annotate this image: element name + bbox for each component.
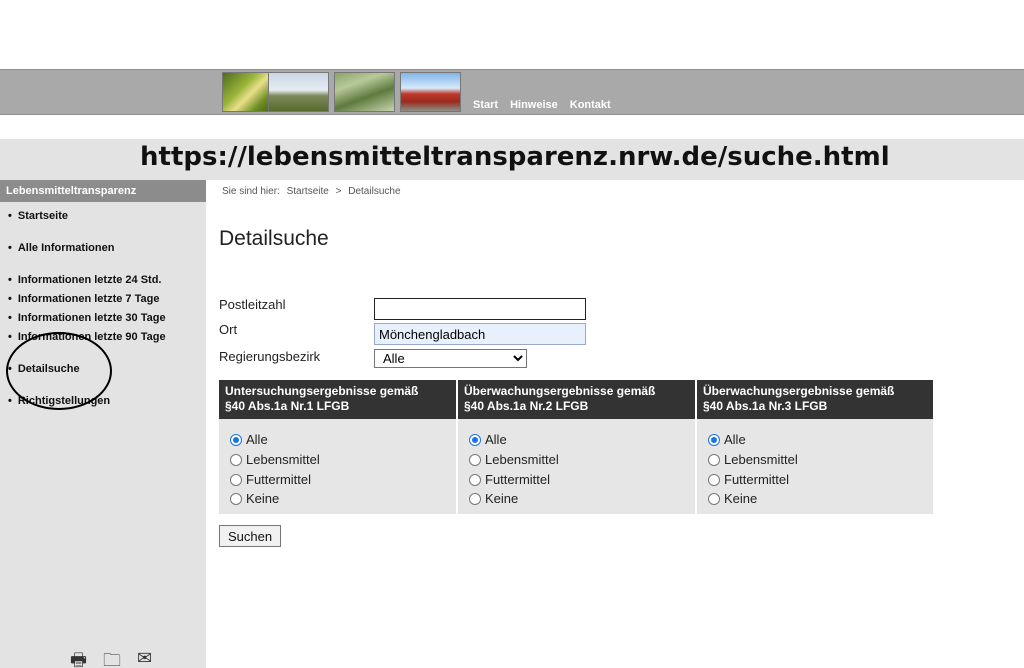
col2-option-alle-label: Alle: [485, 432, 507, 447]
highlight-circle: [6, 332, 112, 410]
radio-icon[interactable]: [230, 453, 242, 466]
ort-label: Ort: [219, 322, 238, 337]
col3-option-keine-label: Keine: [724, 491, 758, 506]
top-navigation: Start Hinweise Kontakt: [473, 99, 611, 111]
col3-option-futtermittel[interactable]: Futtermittel: [708, 472, 789, 487]
site-banner: Start Hinweise Kontakt: [0, 69, 1024, 115]
column-header-2-line2: §40 Abs.1a Nr.2 LFGB: [464, 399, 589, 413]
plz-input[interactable]: [374, 298, 586, 320]
column-header-3: Überwachungsergebnisse gemäß §40 Abs.1a …: [697, 380, 933, 419]
column-header-3-line1: Überwachungsergebnisse gemäß: [703, 384, 895, 398]
col1-option-futtermittel[interactable]: Futtermittel: [230, 472, 311, 487]
ort-input[interactable]: [374, 323, 586, 345]
banner-image-building: [400, 72, 461, 112]
column-header-2: Überwachungsergebnisse gemäß §40 Abs.1a …: [458, 380, 695, 419]
banner-image-plant: [334, 72, 395, 112]
nav-start-link[interactable]: Start: [473, 99, 498, 111]
radio-icon[interactable]: [469, 473, 481, 486]
column-header-1-line1: Untersuchungsergebnisse gemäß: [225, 384, 419, 398]
col2-option-keine[interactable]: Keine: [469, 491, 518, 506]
search-button[interactable]: Suchen: [219, 525, 281, 547]
col1-option-keine[interactable]: Keine: [230, 491, 279, 506]
column-header-2-line1: Überwachungsergebnisse gemäß: [464, 384, 656, 398]
col3-option-alle[interactable]: Alle: [708, 432, 746, 447]
bezirk-label: Regierungsbezirk: [219, 349, 321, 364]
col3-option-lebensmittel[interactable]: Lebensmittel: [708, 452, 798, 467]
col3-option-alle-label: Alle: [724, 432, 746, 447]
banner-image-field: [268, 72, 329, 112]
col2-option-lebensmittel[interactable]: Lebensmittel: [469, 452, 559, 467]
sidebar-item-7-tage[interactable]: Informationen letzte 7 Tage: [8, 293, 160, 305]
col2-option-keine-label: Keine: [485, 491, 519, 506]
col2-option-alle[interactable]: Alle: [469, 432, 507, 447]
sidebar-item-24-std[interactable]: Informationen letzte 24 Std.: [8, 274, 162, 286]
nav-hinweise-link[interactable]: Hinweise: [510, 99, 558, 111]
folder-icon[interactable]: 🗀: [103, 648, 121, 668]
printer-icon[interactable]: 🖶: [70, 648, 87, 668]
col2-option-futtermittel-label: Futtermittel: [485, 472, 551, 487]
url-annotation-bar: https://lebensmitteltransparenz.nrw.de/s…: [0, 139, 1024, 180]
sidebar-title: Lebensmitteltransparenz: [0, 180, 206, 202]
column-header-1: Untersuchungsergebnisse gemäß §40 Abs.1a…: [219, 380, 456, 419]
mail-icon[interactable]: ✉: [137, 648, 152, 668]
breadcrumb-current: Detailsuche: [348, 186, 401, 197]
radio-icon[interactable]: [469, 453, 481, 466]
col1-option-alle[interactable]: Alle: [230, 432, 268, 447]
column-body-1: Alle Lebensmittel Futtermittel Keine: [219, 419, 456, 514]
col1-option-futtermittel-label: Futtermittel: [246, 472, 312, 487]
sidebar: Lebensmitteltransparenz Startseite Alle …: [0, 180, 206, 668]
col2-option-lebensmittel-label: Lebensmittel: [485, 452, 559, 467]
bezirk-select[interactable]: Alle: [374, 349, 527, 368]
col1-option-lebensmittel-label: Lebensmittel: [246, 452, 320, 467]
radio-checked-icon[interactable]: [230, 433, 242, 446]
col3-option-lebensmittel-label: Lebensmittel: [724, 452, 798, 467]
sidebar-item-startseite[interactable]: Startseite: [8, 210, 68, 222]
radio-icon[interactable]: [708, 453, 720, 466]
radio-checked-icon[interactable]: [708, 433, 720, 446]
column-header-1-line2: §40 Abs.1a Nr.1 LFGB: [225, 399, 350, 413]
sidebar-item-alle-informationen[interactable]: Alle Informationen: [8, 242, 115, 254]
col2-option-futtermittel[interactable]: Futtermittel: [469, 472, 550, 487]
column-body-2: Alle Lebensmittel Futtermittel Keine: [458, 419, 695, 514]
breadcrumb-separator: >: [335, 186, 342, 197]
col3-option-keine[interactable]: Keine: [708, 491, 757, 506]
sidebar-item-30-tage[interactable]: Informationen letzte 30 Tage: [8, 312, 166, 324]
page-title: Detailsuche: [219, 227, 329, 250]
col3-option-futtermittel-label: Futtermittel: [724, 472, 790, 487]
plz-label: Postleitzahl: [219, 297, 286, 312]
nav-kontakt-link[interactable]: Kontakt: [570, 99, 611, 111]
col1-option-keine-label: Keine: [246, 491, 280, 506]
radio-checked-icon[interactable]: [469, 433, 481, 446]
radio-icon[interactable]: [469, 492, 481, 505]
breadcrumb-startseite-link[interactable]: Startseite: [287, 186, 329, 197]
breadcrumb-prefix: Sie sind hier:: [222, 186, 280, 197]
radio-icon[interactable]: [230, 473, 242, 486]
breadcrumb: Sie sind hier: Startseite > Detailsuche: [222, 186, 405, 197]
radio-icon[interactable]: [708, 473, 720, 486]
url-annotation-text: https://lebensmitteltransparenz.nrw.de/s…: [140, 142, 890, 172]
column-header-3-line2: §40 Abs.1a Nr.3 LFGB: [703, 399, 828, 413]
col1-option-lebensmittel[interactable]: Lebensmittel: [230, 452, 320, 467]
column-body-3: Alle Lebensmittel Futtermittel Keine: [697, 419, 933, 514]
col1-option-alle-label: Alle: [246, 432, 268, 447]
radio-icon[interactable]: [230, 492, 242, 505]
radio-icon[interactable]: [708, 492, 720, 505]
sidebar-footer-icons: 🖶 🗀 ✉: [70, 648, 152, 668]
